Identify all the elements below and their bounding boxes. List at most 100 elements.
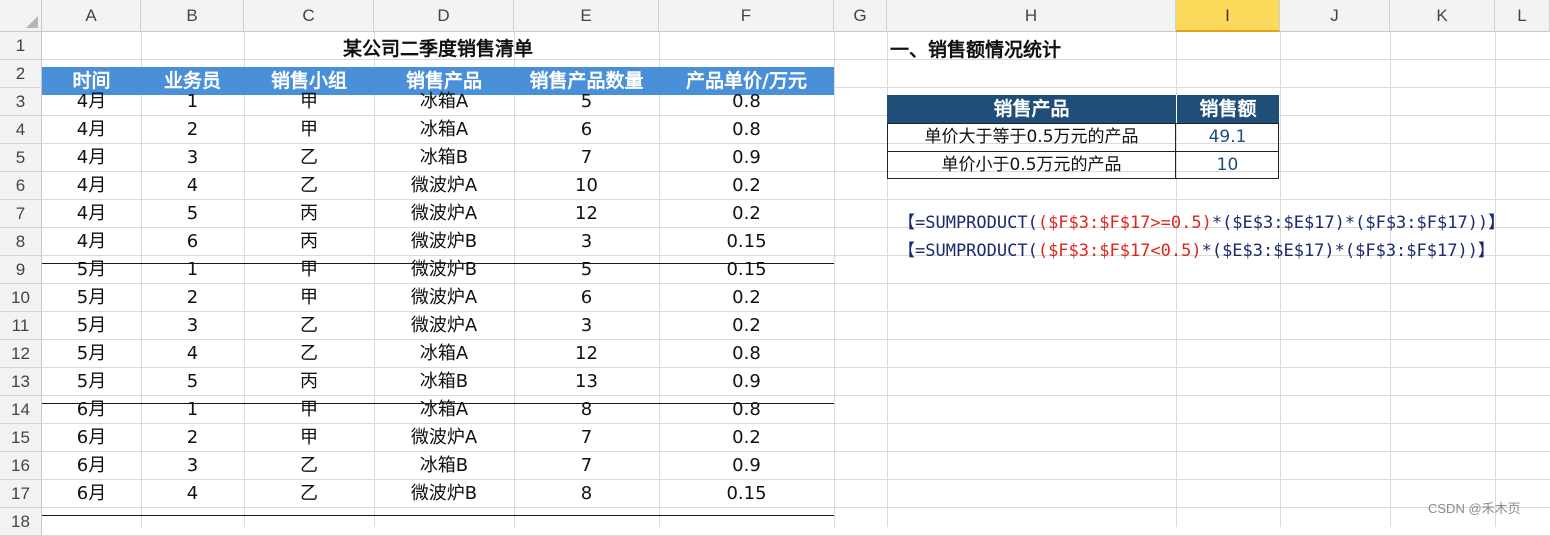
table-cell[interactable]: 7 xyxy=(514,452,659,480)
table-cell[interactable]: 5月 xyxy=(42,284,141,312)
row-header-14[interactable]: 14 xyxy=(0,396,42,424)
table-cell[interactable]: 8 xyxy=(514,480,659,508)
table-cell[interactable]: 5 xyxy=(141,368,244,396)
table-cell[interactable]: 微波炉A xyxy=(374,312,514,340)
table-cell[interactable]: 冰箱A xyxy=(374,116,514,144)
table-cell[interactable]: 4 xyxy=(141,172,244,200)
row-header-8[interactable]: 8 xyxy=(0,228,42,256)
table-cell[interactable]: 6 xyxy=(514,284,659,312)
table-cell[interactable]: 乙 xyxy=(244,144,374,172)
table-cell[interactable]: 微波炉B xyxy=(374,480,514,508)
table-cell[interactable]: 7 xyxy=(514,424,659,452)
table-cell[interactable]: 4月 xyxy=(42,144,141,172)
table-cell[interactable]: 3 xyxy=(141,144,244,172)
row-header-16[interactable]: 16 xyxy=(0,452,42,480)
table-cell[interactable]: 冰箱A xyxy=(374,88,514,116)
table-cell[interactable]: 甲 xyxy=(244,424,374,452)
table-cell[interactable]: 丙 xyxy=(244,200,374,228)
column-header-i[interactable]: I xyxy=(1176,0,1280,32)
table-cell[interactable]: 10 xyxy=(514,172,659,200)
row-header-13[interactable]: 13 xyxy=(0,368,42,396)
column-header-f[interactable]: F xyxy=(659,0,834,32)
column-header-c[interactable]: C xyxy=(244,0,374,32)
table-cell[interactable]: 1 xyxy=(141,88,244,116)
table-cell[interactable]: 4 xyxy=(141,340,244,368)
table-cell[interactable]: 5 xyxy=(514,88,659,116)
table-cell[interactable]: 6月 xyxy=(42,396,141,424)
table-cell[interactable]: 7 xyxy=(514,144,659,172)
row-header-2[interactable]: 2 xyxy=(0,60,42,88)
table-cell[interactable]: 3 xyxy=(141,452,244,480)
table-cell[interactable]: 6月 xyxy=(42,424,141,452)
row-header-3[interactable]: 3 xyxy=(0,88,42,116)
table-cell[interactable]: 0.2 xyxy=(659,200,834,228)
table-cell[interactable]: 8 xyxy=(514,396,659,424)
table-cell[interactable]: 0.9 xyxy=(659,452,834,480)
table-cell[interactable]: 5 xyxy=(141,200,244,228)
table-cell[interactable]: 0.8 xyxy=(659,88,834,116)
table-cell[interactable]: 0.8 xyxy=(659,396,834,424)
table-cell[interactable]: 4月 xyxy=(42,200,141,228)
table-cell[interactable]: 微波炉B xyxy=(374,228,514,256)
table-cell[interactable]: 乙 xyxy=(244,452,374,480)
column-header-j[interactable]: J xyxy=(1280,0,1390,32)
table-cell[interactable]: 0.9 xyxy=(659,144,834,172)
table-cell[interactable]: 0.15 xyxy=(659,228,834,256)
table-cell[interactable]: 0.15 xyxy=(659,256,834,284)
table-cell[interactable]: 冰箱B xyxy=(374,452,514,480)
table-cell[interactable]: 5月 xyxy=(42,368,141,396)
table-cell[interactable]: 微波炉A xyxy=(374,424,514,452)
table-cell[interactable]: 冰箱B xyxy=(374,144,514,172)
row-header-15[interactable]: 15 xyxy=(0,424,42,452)
row-header-9[interactable]: 9 xyxy=(0,256,42,284)
row-header-1[interactable]: 1 xyxy=(0,32,42,60)
table-cell[interactable]: 4月 xyxy=(42,88,141,116)
table-cell[interactable]: 冰箱A xyxy=(374,396,514,424)
table-cell[interactable]: 乙 xyxy=(244,480,374,508)
column-header-d[interactable]: D xyxy=(374,0,514,32)
table-cell[interactable]: 3 xyxy=(514,312,659,340)
table-cell[interactable]: 1 xyxy=(141,256,244,284)
row-header-12[interactable]: 12 xyxy=(0,340,42,368)
row-header-7[interactable]: 7 xyxy=(0,200,42,228)
column-header-a[interactable]: A xyxy=(42,0,141,32)
table-cell[interactable]: 5月 xyxy=(42,312,141,340)
table-cell[interactable]: 2 xyxy=(141,284,244,312)
table-cell[interactable]: 甲 xyxy=(244,116,374,144)
column-header-b[interactable]: B xyxy=(141,0,244,32)
table-cell[interactable]: 甲 xyxy=(244,396,374,424)
table-cell[interactable]: 4月 xyxy=(42,228,141,256)
table-cell[interactable]: 4月 xyxy=(42,172,141,200)
table-cell[interactable]: 0.2 xyxy=(659,424,834,452)
table-cell[interactable]: 丙 xyxy=(244,368,374,396)
table-cell[interactable]: 12 xyxy=(514,340,659,368)
table-cell[interactable]: 0.15 xyxy=(659,480,834,508)
table-cell[interactable]: 4 xyxy=(141,480,244,508)
row-header-18[interactable]: 18 xyxy=(0,508,42,536)
column-header-h[interactable]: H xyxy=(887,0,1176,32)
table-cell[interactable]: 6月 xyxy=(42,452,141,480)
table-cell[interactable]: 微波炉A xyxy=(374,284,514,312)
table-cell[interactable]: 0.9 xyxy=(659,368,834,396)
table-cell[interactable]: 3 xyxy=(141,312,244,340)
table-cell[interactable]: 5月 xyxy=(42,256,141,284)
row-header-6[interactable]: 6 xyxy=(0,172,42,200)
column-header-l[interactable]: L xyxy=(1495,0,1550,32)
table-cell[interactable]: 1 xyxy=(141,396,244,424)
table-cell[interactable]: 甲 xyxy=(244,256,374,284)
table-cell[interactable]: 冰箱B xyxy=(374,368,514,396)
table-cell[interactable]: 0.2 xyxy=(659,312,834,340)
table-cell[interactable]: 甲 xyxy=(244,284,374,312)
table-cell[interactable]: 丙 xyxy=(244,228,374,256)
table-cell[interactable]: 4月 xyxy=(42,116,141,144)
table-cell[interactable]: 5月 xyxy=(42,340,141,368)
row-header-17[interactable]: 17 xyxy=(0,480,42,508)
table-cell[interactable]: 5 xyxy=(514,256,659,284)
column-header-e[interactable]: E xyxy=(514,0,659,32)
table-cell[interactable]: 冰箱A xyxy=(374,340,514,368)
table-cell[interactable]: 6月 xyxy=(42,480,141,508)
table-cell[interactable]: 6 xyxy=(514,116,659,144)
table-cell[interactable]: 微波炉A xyxy=(374,172,514,200)
table-cell[interactable]: 0.8 xyxy=(659,116,834,144)
row-header-4[interactable]: 4 xyxy=(0,116,42,144)
